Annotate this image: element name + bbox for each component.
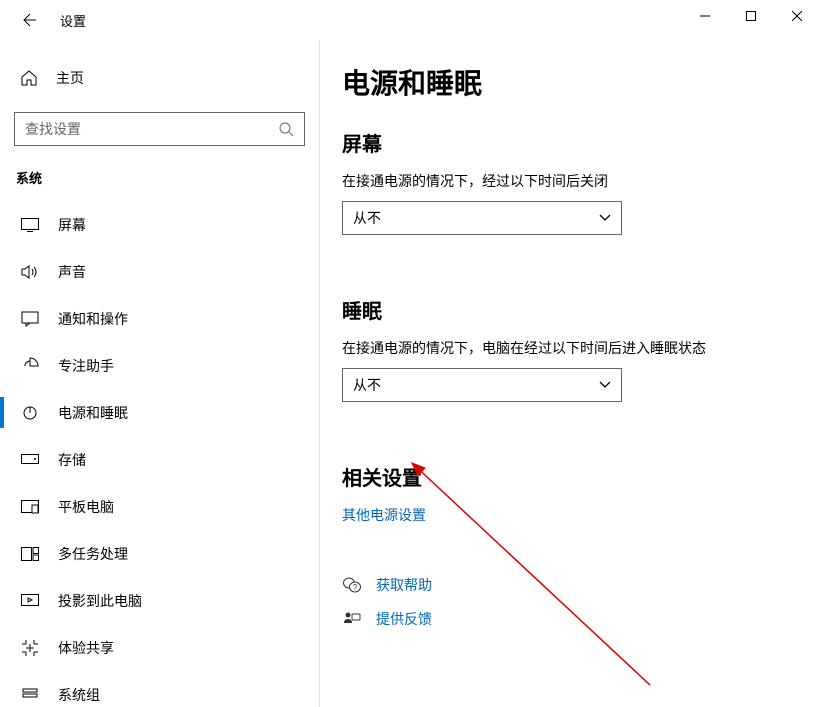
sidebar-item-power[interactable]: 电源和睡眠 xyxy=(14,389,305,436)
section-label: 系统 xyxy=(14,168,305,187)
search-box[interactable] xyxy=(14,112,305,146)
related-heading: 相关设置 xyxy=(342,462,798,491)
sidebar-item-display[interactable]: 屏幕 xyxy=(14,201,305,248)
sidebar-item-label: 平板电脑 xyxy=(58,497,114,517)
components-icon xyxy=(20,688,40,702)
screen-timeout-dropdown[interactable]: 从不 xyxy=(342,201,622,235)
multitask-icon xyxy=(20,547,40,561)
sidebar-item-notifications[interactable]: 通知和操作 xyxy=(14,295,305,342)
page-title: 电源和睡眠 xyxy=(342,62,798,102)
other-power-link[interactable]: 其他电源设置 xyxy=(342,505,426,525)
sidebar-item-label: 存储 xyxy=(58,450,86,470)
sidebar: 主页 系统 屏幕 声音 通知和操作 专注助手 电源和睡眠 存储 xyxy=(0,40,320,707)
sleep-heading: 睡眠 xyxy=(342,295,798,324)
share-icon xyxy=(20,640,40,656)
close-button[interactable] xyxy=(774,0,820,32)
sidebar-item-label: 声音 xyxy=(58,262,86,282)
notifications-icon xyxy=(20,311,40,327)
sidebar-item-multitask[interactable]: 多任务处理 xyxy=(14,530,305,577)
sidebar-item-focus[interactable]: 专注助手 xyxy=(14,342,305,389)
sleep-timeout-value: 从不 xyxy=(353,375,381,395)
minimize-icon xyxy=(700,11,710,21)
get-help-label: 获取帮助 xyxy=(376,575,432,595)
main-content: 电源和睡眠 屏幕 在接通电源的情况下，经过以下时间后关闭 从不 睡眠 在接通电源… xyxy=(320,40,820,707)
sidebar-item-project[interactable]: 投影到此电脑 xyxy=(14,577,305,624)
screen-label: 在接通电源的情况下，经过以下时间后关闭 xyxy=(342,171,798,191)
tablet-icon xyxy=(20,500,40,514)
sleep-label: 在接通电源的情况下，电脑在经过以下时间后进入睡眠状态 xyxy=(342,338,798,358)
get-help-link[interactable]: ? 获取帮助 xyxy=(342,575,798,595)
svg-text:?: ? xyxy=(353,583,358,592)
sidebar-item-share[interactable]: 体验共享 xyxy=(14,624,305,671)
sidebar-item-label: 多任务处理 xyxy=(58,544,128,564)
maximize-icon xyxy=(746,11,756,21)
chevron-down-icon xyxy=(599,381,611,389)
search-icon xyxy=(278,121,294,137)
close-icon xyxy=(792,11,802,21)
storage-icon xyxy=(20,454,40,466)
sidebar-item-tablet[interactable]: 平板电脑 xyxy=(14,483,305,530)
sleep-timeout-dropdown[interactable]: 从不 xyxy=(342,368,622,402)
sidebar-item-components[interactable]: 系统组 xyxy=(14,671,305,707)
project-icon xyxy=(20,594,40,608)
sidebar-item-label: 专注助手 xyxy=(58,356,114,376)
sidebar-item-sound[interactable]: 声音 xyxy=(14,248,305,295)
help-icon: ? xyxy=(342,577,362,593)
sidebar-item-storage[interactable]: 存储 xyxy=(14,436,305,483)
feedback-label: 提供反馈 xyxy=(376,609,432,629)
home-icon xyxy=(20,69,40,87)
focus-icon xyxy=(20,357,40,375)
screen-heading: 屏幕 xyxy=(342,128,798,157)
sound-icon xyxy=(20,264,40,280)
sidebar-item-label: 体验共享 xyxy=(58,638,114,658)
maximize-button[interactable] xyxy=(728,0,774,32)
sidebar-item-label: 系统组 xyxy=(58,685,100,705)
chevron-down-icon xyxy=(599,214,611,222)
sidebar-item-label: 电源和睡眠 xyxy=(58,403,128,423)
search-input[interactable] xyxy=(25,121,278,137)
home-button[interactable]: 主页 xyxy=(14,58,305,98)
sidebar-item-label: 投影到此电脑 xyxy=(58,591,142,611)
window-title: 设置 xyxy=(60,11,86,30)
sidebar-item-label: 屏幕 xyxy=(58,215,86,235)
screen-timeout-value: 从不 xyxy=(353,208,381,228)
display-icon xyxy=(20,218,40,232)
back-button[interactable] xyxy=(18,8,42,32)
minimize-button[interactable] xyxy=(682,0,728,32)
arrow-left-icon xyxy=(22,12,38,28)
sidebar-item-label: 通知和操作 xyxy=(58,309,128,329)
feedback-link[interactable]: 提供反馈 xyxy=(342,609,798,629)
feedback-icon xyxy=(342,611,362,627)
home-label: 主页 xyxy=(56,68,84,88)
power-icon xyxy=(20,405,40,421)
